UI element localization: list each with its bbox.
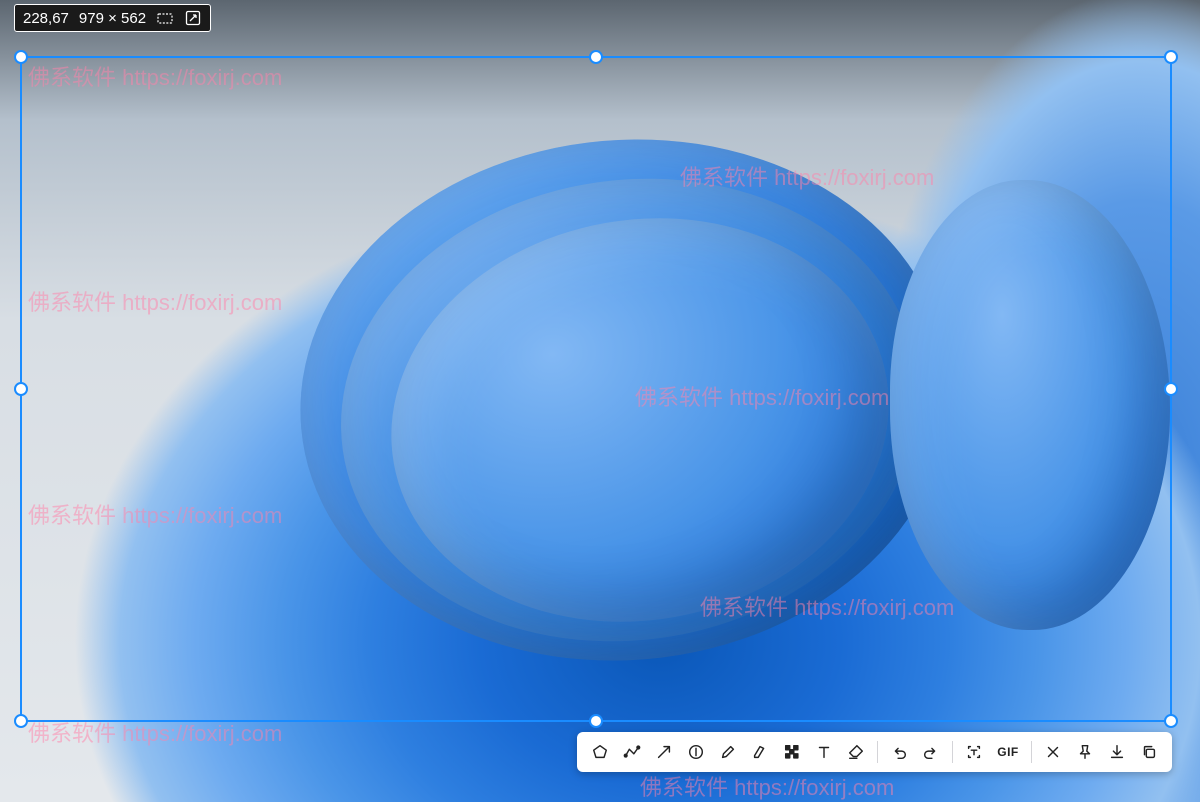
resize-handle-sw[interactable] [14, 714, 28, 728]
redo-button[interactable] [916, 738, 946, 766]
save-button[interactable] [1102, 738, 1132, 766]
shape-tool-button[interactable] [585, 738, 615, 766]
arrow-tool-button[interactable] [649, 738, 679, 766]
selection-info-bar: 228,67 979 × 562 [14, 4, 211, 32]
fullscreen-icon[interactable] [184, 9, 202, 27]
resize-handle-s[interactable] [589, 714, 603, 728]
ocr-button[interactable] [959, 738, 989, 766]
pin-button[interactable] [1070, 738, 1100, 766]
gif-record-button[interactable]: GIF [991, 738, 1025, 766]
annotation-toolbar: GIF [577, 732, 1172, 772]
polyline-tool-button[interactable] [617, 738, 647, 766]
undo-button[interactable] [884, 738, 914, 766]
resize-handle-se[interactable] [1164, 714, 1178, 728]
mosaic-tool-button[interactable] [777, 738, 807, 766]
aspect-lock-icon[interactable] [156, 9, 174, 27]
pencil-tool-button[interactable] [713, 738, 743, 766]
eraser-tool-button[interactable] [841, 738, 871, 766]
resize-handle-nw[interactable] [14, 50, 28, 64]
resize-handle-e[interactable] [1164, 382, 1178, 396]
highlighter-tool-button[interactable] [745, 738, 775, 766]
cursor-coordinates: 228,67 [23, 10, 69, 27]
counter-tool-button[interactable] [681, 738, 711, 766]
resize-handle-n[interactable] [589, 50, 603, 64]
resize-handle-ne[interactable] [1164, 50, 1178, 64]
toolbar-separator [952, 741, 953, 763]
copy-button[interactable] [1134, 738, 1164, 766]
resize-handle-w[interactable] [14, 382, 28, 396]
text-tool-button[interactable] [809, 738, 839, 766]
toolbar-separator [877, 741, 878, 763]
selection-dimensions: 979 × 562 [79, 10, 146, 27]
toolbar-separator [1031, 741, 1032, 763]
cancel-button[interactable] [1038, 738, 1068, 766]
capture-selection[interactable] [20, 56, 1172, 722]
